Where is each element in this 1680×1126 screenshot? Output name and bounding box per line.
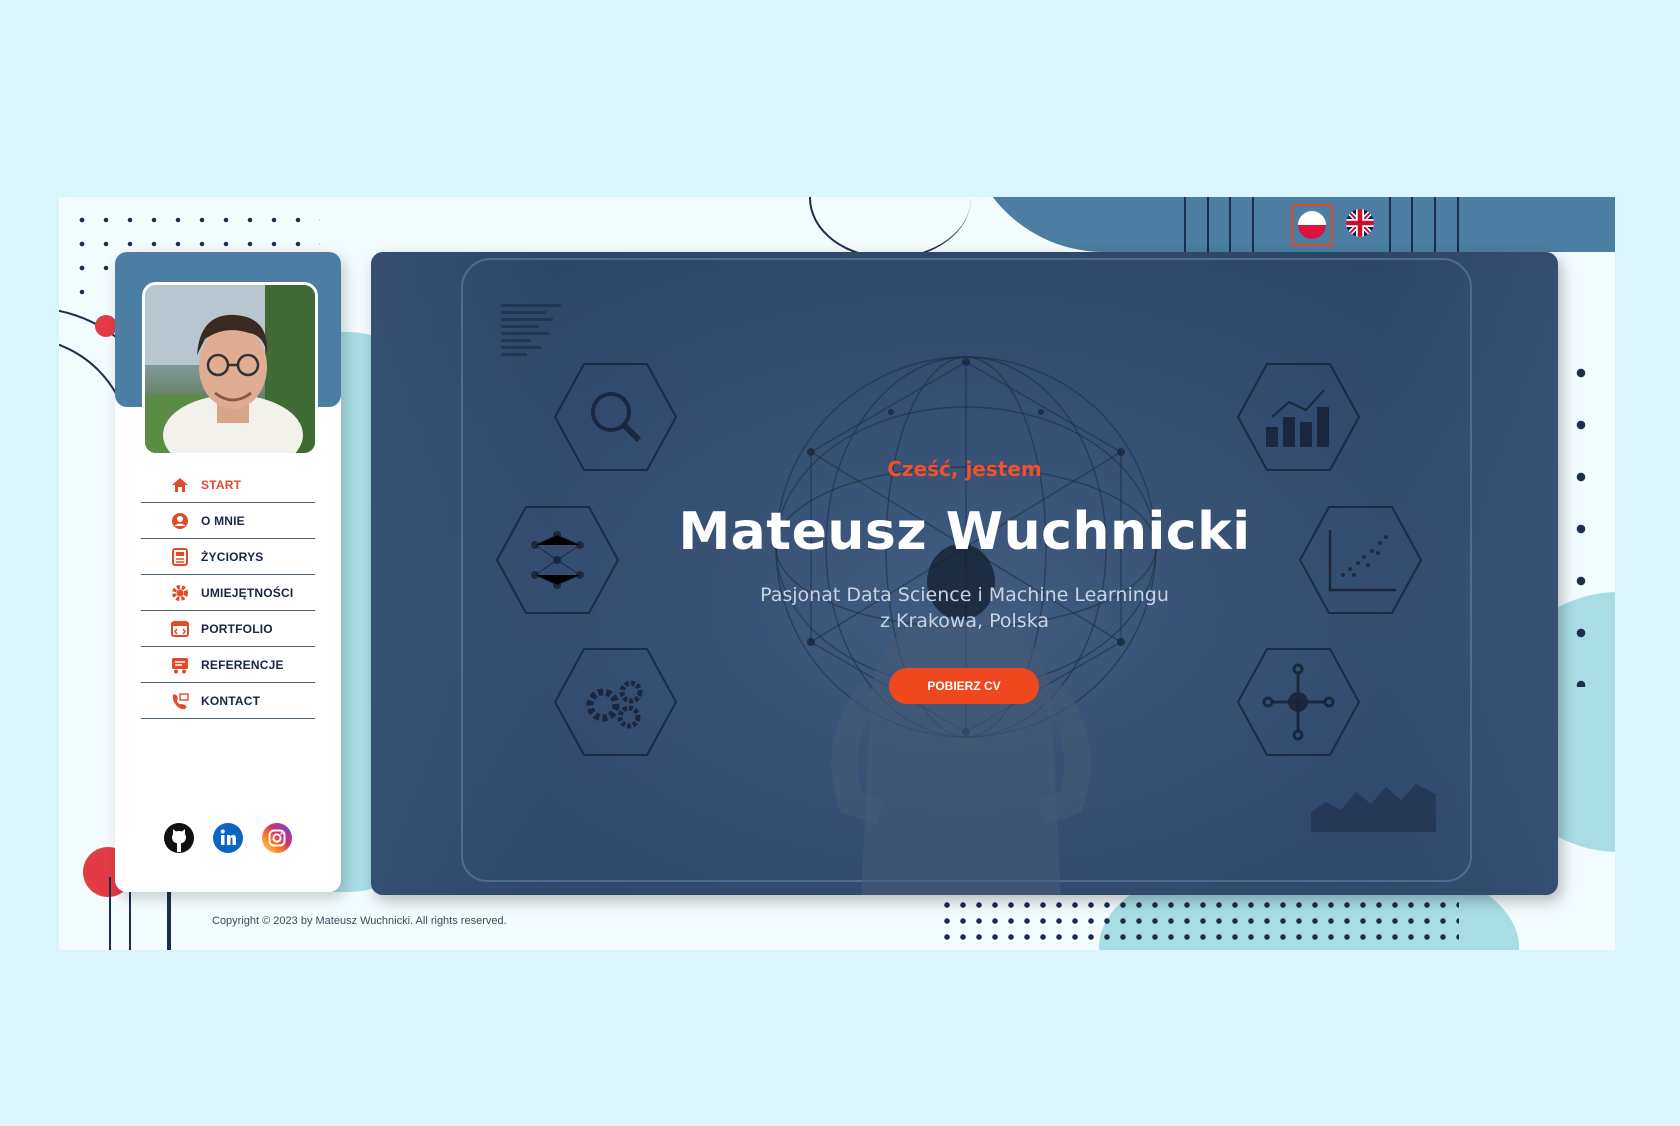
social-links xyxy=(163,822,293,854)
search-analytics-hex-icon xyxy=(553,363,678,471)
bars-graphic-icon xyxy=(501,304,561,356)
sidebar-item-start[interactable]: START xyxy=(141,467,315,503)
poland-flag-icon xyxy=(1298,211,1326,239)
gears-hex-icon xyxy=(553,648,678,756)
sidebar-item-label: START xyxy=(201,477,242,492)
testimonial-icon xyxy=(171,656,189,674)
decor-line xyxy=(1229,197,1231,252)
sidebar-nav: START O MNIE ŻYCIORYS UMIEJĘTNOŚCI PORTF… xyxy=(141,467,315,719)
hero-greeting: Cześć, jestem xyxy=(887,457,1042,481)
decor-line xyxy=(1434,197,1436,252)
instagram-icon xyxy=(262,823,292,853)
decor-dot-column xyxy=(70,208,94,308)
linkedin-link[interactable] xyxy=(212,822,244,854)
instagram-link[interactable] xyxy=(261,822,293,854)
hero-subtitle-line1: Pasjonat Data Science i Machine Learning… xyxy=(760,584,1169,606)
github-link[interactable] xyxy=(163,822,195,854)
decor-blob-top xyxy=(964,197,1615,252)
hero-name: Mateusz Wuchnicki xyxy=(678,502,1251,562)
github-icon xyxy=(164,823,194,853)
download-cv-button[interactable]: POBIERZ CV xyxy=(889,668,1039,704)
decor-line xyxy=(1184,197,1186,252)
decor-red-dot xyxy=(95,315,117,337)
sidebar-item-o-mnie[interactable]: O MNIE xyxy=(141,503,315,539)
decor-line xyxy=(109,877,111,950)
decor-line xyxy=(1389,197,1391,252)
hero-subtitle-line2: z Krakowa, Polska xyxy=(879,610,1050,632)
decor-dot-column-right xyxy=(1569,347,1593,687)
user-icon xyxy=(171,512,189,530)
decor-line xyxy=(1457,197,1459,252)
sidebar-item-label: O MNIE xyxy=(201,513,245,528)
sidebar-item-referencje[interactable]: REFERENCJE xyxy=(141,647,315,683)
sidebar-item-umiejetnosci[interactable]: UMIEJĘTNOŚCI xyxy=(141,575,315,611)
code-window-icon xyxy=(171,620,189,638)
area-chart-graphic-icon xyxy=(1311,784,1436,832)
sidebar-item-kontakt[interactable]: KONTACT xyxy=(141,683,315,719)
resume-icon xyxy=(171,547,189,566)
sidebar: START O MNIE ŻYCIORYS UMIEJĘTNOŚCI PORTF… xyxy=(115,252,341,892)
sidebar-item-label: KONTACT xyxy=(201,693,261,708)
language-pl-button[interactable] xyxy=(1291,204,1333,246)
sidebar-item-label: UMIEJĘTNOŚCI xyxy=(201,585,294,600)
bar-chart-hex-icon xyxy=(1236,363,1361,471)
sidebar-item-label: ŻYCIORYS xyxy=(201,549,264,564)
sidebar-item-zyciorys[interactable]: ŻYCIORYS xyxy=(141,539,315,575)
decor-arc xyxy=(809,197,971,259)
sidebar-item-label: REFERENCJE xyxy=(201,657,284,672)
page-frame: START O MNIE ŻYCIORYS UMIEJĘTNOŚCI PORTF… xyxy=(59,197,1615,950)
decor-line xyxy=(1207,197,1209,252)
sidebar-item-label: PORTFOLIO xyxy=(201,621,273,636)
decor-line xyxy=(1411,197,1413,252)
decor-dot-field xyxy=(939,897,1459,950)
hero-banner: Cześć, jestem Mateusz Wuchnicki Pasjonat… xyxy=(371,252,1558,895)
gear-icon xyxy=(171,584,189,602)
uk-flag-icon xyxy=(1346,209,1374,237)
linkedin-icon xyxy=(213,823,243,853)
footer-copyright: Copyright © 2023 by Mateusz Wuchnicki. A… xyxy=(212,915,507,927)
avatar xyxy=(142,282,318,456)
sidebar-item-portfolio[interactable]: PORTFOLIO xyxy=(141,611,315,647)
contact-icon xyxy=(171,692,189,710)
home-icon xyxy=(171,476,189,494)
decor-line xyxy=(1252,197,1254,252)
language-en-button[interactable] xyxy=(1341,204,1379,242)
network-node-hex-icon xyxy=(1236,648,1361,756)
